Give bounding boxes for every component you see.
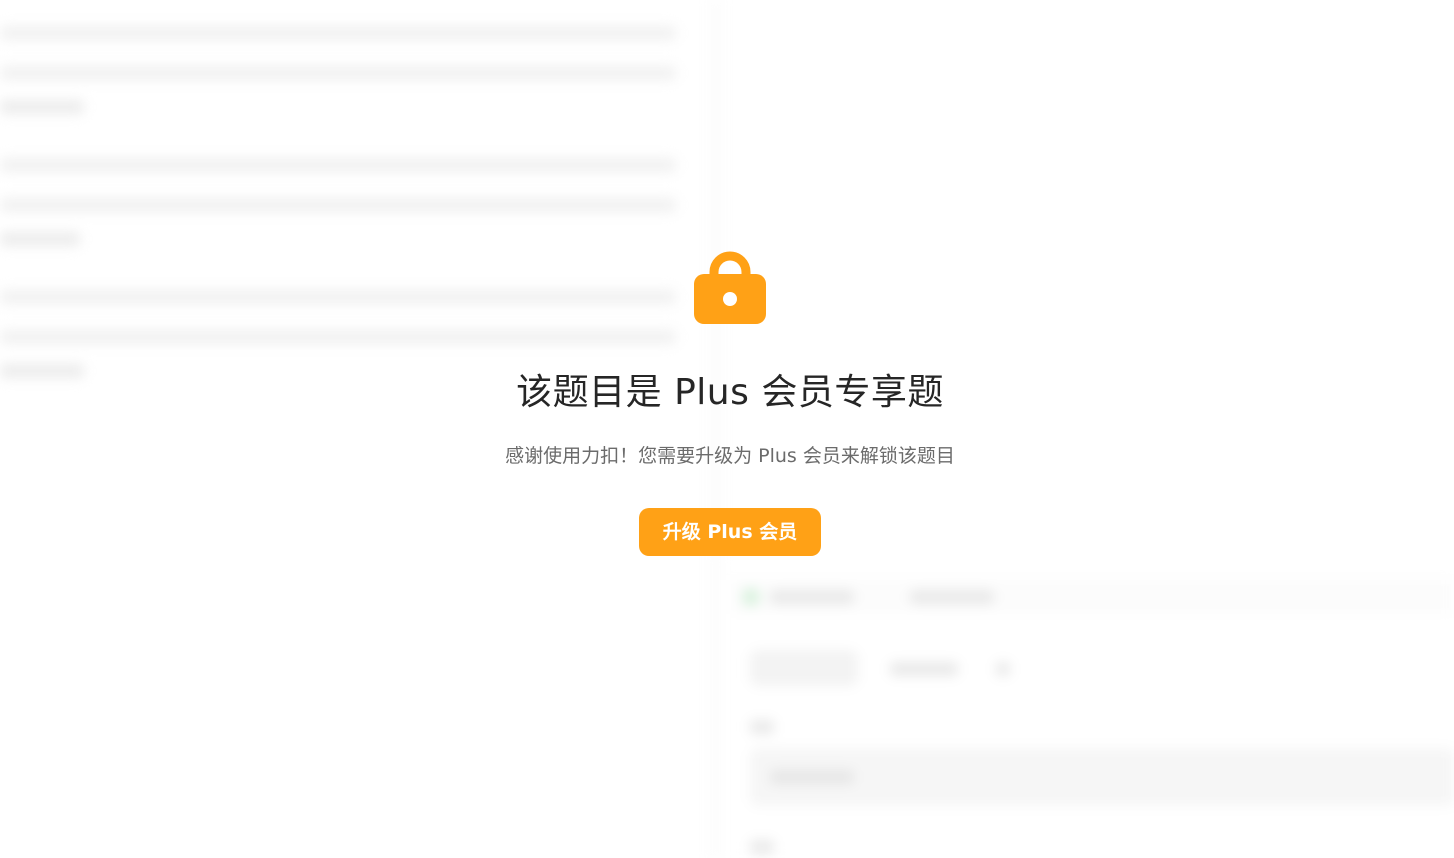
paywall-subtitle: 感谢使用力扣！您需要升级为 Plus 会员来解锁该题目 [505,445,955,467]
plus-paywall: 该题目是 Plus 会员专享题 感谢使用力扣！您需要升级为 Plus 会员来解锁… [0,0,1454,858]
paywall-title: 该题目是 Plus 会员专享题 [516,372,944,413]
lock-icon [694,251,766,324]
upgrade-plus-button[interactable]: 升级 Plus 会员 [639,508,821,556]
page: 该题目是 Plus 会员专享题 感谢使用力扣！您需要升级为 Plus 会员来解锁… [0,0,1454,858]
